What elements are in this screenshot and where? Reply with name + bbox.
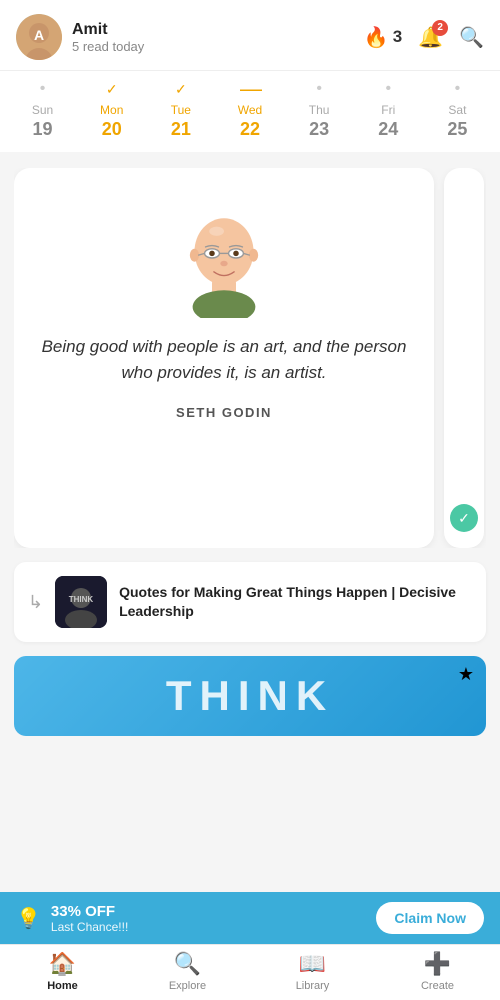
day-num-wed: 22 <box>240 119 260 140</box>
bottom-nav: 🏠 Home 🔍 Explore 📖 Library ➕ Create <box>0 944 500 1000</box>
day-sat[interactable]: Sat 25 <box>427 103 487 140</box>
user-info-section: A Amit 5 read today <box>16 14 144 60</box>
marker-mon: ✓ <box>106 79 118 99</box>
day-num-tue: 21 <box>171 119 191 140</box>
day-name-wed: Wed <box>238 103 262 117</box>
promo-subtitle: Last Chance!!! <box>51 920 128 934</box>
claim-button[interactable]: Claim Now <box>376 902 484 934</box>
day-col-sat: • <box>427 79 487 99</box>
day-thu[interactable]: Thu 23 <box>289 103 349 140</box>
author-image <box>164 188 284 318</box>
svg-text:A: A <box>34 27 44 43</box>
explore-icon: 🔍 <box>174 951 201 977</box>
nav-library-label: Library <box>296 980 330 992</box>
quote-author: SETH GODIN <box>176 405 272 420</box>
streak-count: 3 <box>393 27 402 47</box>
fire-icon: 🔥 <box>364 25 389 50</box>
day-fri[interactable]: Fri 24 <box>358 103 418 140</box>
day-tue[interactable]: Tue 21 <box>151 103 211 140</box>
next-quote-card-partial[interactable]: ✓ <box>444 168 484 548</box>
day-name-sat: Sat <box>448 103 466 117</box>
day-col-tue: ✓ <box>151 79 211 99</box>
promo-bar: 💡 33% OFF Last Chance!!! Claim Now <box>0 892 500 944</box>
home-icon: 🏠 <box>49 951 76 977</box>
quote-cards-row: Being good with people is an art, and th… <box>14 168 486 548</box>
related-book-row[interactable]: ↳ THINK Quotes for Making Great Things H… <box>14 562 486 642</box>
nav-explore-label: Explore <box>169 980 206 992</box>
related-book-thumbnail: THINK <box>55 576 107 628</box>
day-name-fri: Fri <box>381 103 395 117</box>
nav-home-label: Home <box>47 980 78 992</box>
search-icon[interactable]: 🔍 <box>459 25 484 50</box>
day-col-thu: • <box>289 79 349 99</box>
day-num-fri: 24 <box>378 119 398 140</box>
nav-create-label: Create <box>421 980 454 992</box>
day-sun[interactable]: Sun 19 <box>13 103 73 140</box>
marker-sat: • <box>455 79 461 99</box>
day-name-thu: Thu <box>309 103 330 117</box>
day-name-tue: Tue <box>171 103 191 117</box>
nav-explore[interactable]: 🔍 Explore <box>125 951 250 992</box>
svg-text:THINK: THINK <box>69 595 94 604</box>
day-name-sun: Sun <box>32 103 53 117</box>
think-banner[interactable]: THINK ★ <box>14 656 486 736</box>
quote-card[interactable]: Being good with people is an art, and th… <box>14 168 434 548</box>
create-icon: ➕ <box>424 951 451 977</box>
nav-home[interactable]: 🏠 Home <box>0 951 125 992</box>
day-num-sun: 19 <box>33 119 53 140</box>
day-col-fri: • <box>358 79 418 99</box>
notification-button[interactable]: 🔔 2 <box>418 25 443 50</box>
marker-thu: • <box>316 79 322 99</box>
marker-sun: • <box>40 79 46 99</box>
notification-badge: 2 <box>432 20 448 36</box>
library-icon: 📖 <box>299 951 326 977</box>
streak-badge: 🔥 3 <box>364 25 402 50</box>
calendar-markers: • ✓ ✓ — • • • <box>0 79 500 99</box>
promo-icon: 💡 <box>16 906 41 931</box>
user-name: Amit <box>72 21 144 39</box>
partial-check-icon: ✓ <box>450 504 478 532</box>
quote-text: Being good with people is an art, and th… <box>38 334 410 387</box>
promo-text: 33% OFF Last Chance!!! <box>51 903 128 934</box>
day-num-mon: 20 <box>102 119 122 140</box>
day-col-mon: ✓ <box>82 79 142 99</box>
related-book-title: Quotes for Making Great Things Happen | … <box>119 584 456 619</box>
day-name-mon: Mon <box>100 103 123 117</box>
read-today-label: 5 read today <box>72 39 144 54</box>
avatar[interactable]: A <box>16 14 62 60</box>
marker-tue: ✓ <box>175 79 187 99</box>
app-header: A Amit 5 read today 🔥 3 🔔 2 🔍 <box>0 0 500 71</box>
think-banner-text: THINK <box>166 672 334 720</box>
marker-fri: • <box>385 79 391 99</box>
day-num-sat: 25 <box>447 119 467 140</box>
main-content: Being good with people is an art, and th… <box>0 152 500 752</box>
related-arrow-icon: ↳ <box>28 592 43 613</box>
header-actions: 🔥 3 🔔 2 🔍 <box>364 25 484 50</box>
day-num-thu: 23 <box>309 119 329 140</box>
related-book-info: Quotes for Making Great Things Happen | … <box>119 583 472 621</box>
day-col-sun: • <box>13 79 73 99</box>
day-mon[interactable]: Mon 20 <box>82 103 142 140</box>
day-wed[interactable]: Wed 22 <box>220 103 280 140</box>
user-details: Amit 5 read today <box>72 21 144 54</box>
calendar-strip: • ✓ ✓ — • • • Sun 19 Mon <box>0 71 500 152</box>
think-star-icon: ★ <box>458 664 474 685</box>
calendar-days: Sun 19 Mon 20 Tue 21 Wed 22 Thu 23 Fri 2… <box>0 103 500 140</box>
day-col-wed: — <box>220 79 280 99</box>
marker-wed: — <box>240 79 260 99</box>
promo-title: 33% OFF <box>51 903 128 920</box>
nav-create[interactable]: ➕ Create <box>375 951 500 992</box>
promo-left: 💡 33% OFF Last Chance!!! <box>16 903 128 934</box>
nav-library[interactable]: 📖 Library <box>250 951 375 992</box>
